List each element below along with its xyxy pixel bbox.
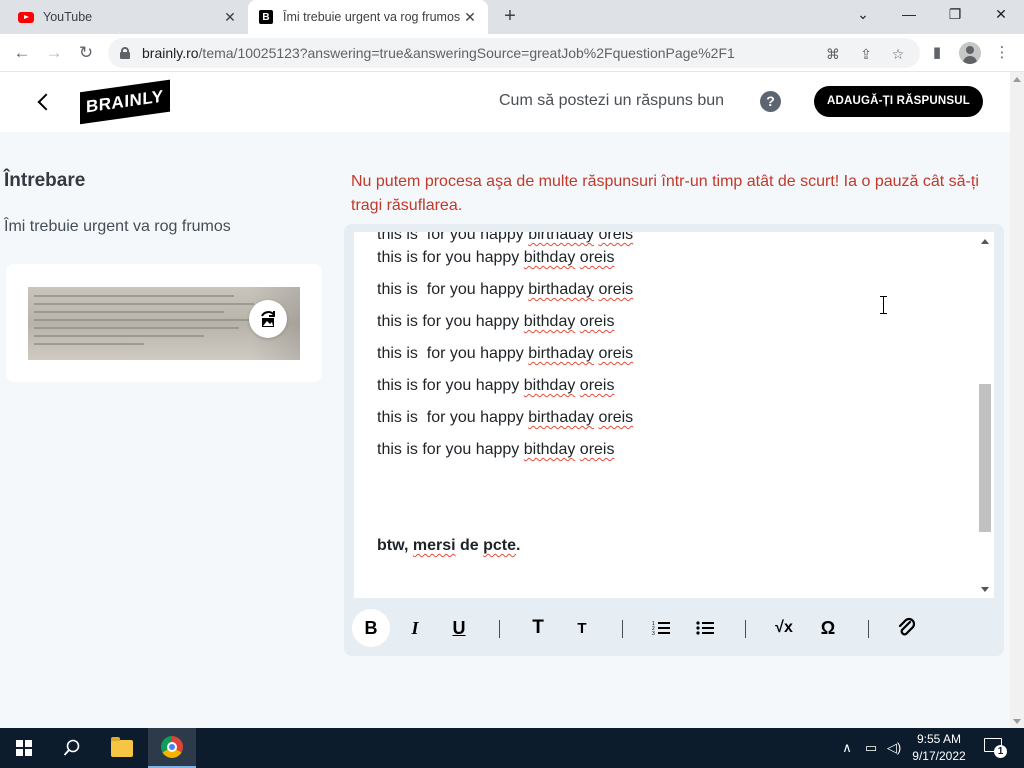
heading-large-button[interactable]: T [519,609,557,647]
attach-file-button[interactable] [888,609,926,647]
rate-limit-error: Nu putem procesa aşa de multe răspunsuri… [351,173,979,214]
formatting-toolbar: B I U T T 1 2 3 √x Ω [350,606,1000,650]
share-icon[interactable]: ⇪ [857,45,875,63]
side-panel-icon[interactable]: ▮ [927,43,947,63]
answer-textarea[interactable]: this is for you happy birthaday oreis th… [354,232,977,598]
help-question-icon[interactable]: ? [760,91,781,112]
editor-line: this is for you happy bithday oreis [377,377,615,394]
heading-small-button[interactable]: T [563,609,601,647]
browser-toolbar: ← → ↻ brainly.ro/tema/10025123?answering… [0,34,1024,72]
ordered-list-icon: 1 2 3 [652,621,670,636]
lock-icon[interactable] [120,47,130,59]
bold-button[interactable]: B [352,609,390,647]
paperclip-icon [898,617,916,636]
network-icon[interactable]: ▭ [860,738,882,758]
editor-line: this is for you happy bithday oreis [377,441,615,458]
svg-text:3: 3 [652,631,655,636]
search-button[interactable] [48,728,96,768]
bullet-list-icon [696,621,714,635]
editor-line: this is for you happy birthaday oreis [377,345,634,362]
tab-title: Îmi trebuie urgent va rog frumos [283,10,461,24]
rotate-image-icon [261,311,275,327]
help-link[interactable]: Cum să postezi un răspuns bun [499,92,724,110]
youtube-icon [18,9,34,25]
search-icon [63,739,80,756]
back-arrow-icon[interactable]: ← [9,40,35,66]
clock-time: 9:55 AM [916,732,962,746]
scroll-down-arrow-icon[interactable] [1013,719,1021,724]
editor-scrollbar[interactable] [977,232,994,598]
ordered-list-button[interactable]: 1 2 3 [642,609,680,647]
editor-line: this is for you happy birthaday oreis [377,281,634,298]
close-tab-icon[interactable]: ✕ [222,9,238,26]
close-tab-icon[interactable]: ✕ [462,9,478,26]
tab-title: YouTube [43,10,93,24]
editor-line: this is for you happy bithday oreis [377,249,615,266]
rotate-image-button[interactable] [249,300,287,338]
volume-icon[interactable]: ◁) [884,738,904,758]
notification-badge: 1 [994,745,1007,758]
url-host: brainly.ro [142,45,199,61]
notification-center-button[interactable]: 1 [984,738,1007,758]
editor-line: this is for you happy birthaday oreis [377,232,634,243]
menu-dots-icon[interactable]: ⋮ [992,43,1012,63]
clock-date: 9/17/2022 [912,749,966,763]
url-path: /tema/10025123?answering=true&answeringS… [198,45,735,61]
scroll-up-arrow-icon[interactable] [981,239,989,244]
brainly-logo[interactable]: BRAINLY [80,79,170,125]
back-chevron-icon[interactable] [36,90,52,114]
tab-youtube[interactable]: YouTube ✕ [8,0,248,34]
forward-arrow-icon[interactable]: → [41,40,67,66]
close-window-button[interactable]: ✕ [978,0,1024,30]
question-attachment-card [6,264,322,382]
maximize-button[interactable]: ❐ [932,0,978,30]
brainly-icon: B [258,9,274,25]
folder-icon [111,736,133,757]
editor-closing-line: btw, mersi de pcte. [377,537,521,554]
scrollbar-thumb[interactable] [979,384,991,532]
tab-brainly[interactable]: B Îmi trebuie urgent va rog frumos ✕ [248,0,488,34]
underline-button[interactable]: U [440,609,478,647]
answer-editor: this is for you happy birthaday oreis th… [344,224,1004,656]
new-tab-button[interactable]: + [498,5,522,29]
add-answer-button[interactable]: ADAUGĂ-ȚI RĂSPUNSUL [814,86,983,117]
scroll-down-arrow-icon[interactable] [981,587,989,592]
editor-line: this is for you happy bithday oreis [377,313,615,330]
page-scrollbar[interactable] [1010,72,1024,728]
special-symbol-button[interactable]: Ω [809,609,847,647]
question-heading: Întrebare [4,170,86,191]
page-content: BRAINLY Cum să postezi un răspuns bun ? … [0,72,1024,728]
chrome-icon [161,736,183,758]
bullet-list-button[interactable] [686,609,724,647]
chrome-taskbar-button[interactable] [148,728,196,768]
reload-icon[interactable]: ↻ [73,40,99,66]
site-header: BRAINLY Cum să postezi un răspuns bun ? … [0,72,1010,132]
bookmark-star-icon[interactable]: ☆ [889,45,907,63]
minimize-button[interactable]: — [886,0,932,30]
windows-taskbar: ∧ ▭ ◁) 9:55 AM 9/17/2022 1 [0,728,1024,768]
text-cursor-icon [880,296,887,314]
file-explorer-button[interactable] [98,728,146,768]
profile-avatar-icon[interactable] [959,42,981,64]
italic-button[interactable]: I [396,609,434,647]
scroll-up-arrow-icon[interactable] [1013,77,1021,82]
clock[interactable]: 9:55 AM 9/17/2022 [906,731,972,765]
editor-line: this is for you happy birthaday oreis [377,409,634,426]
question-text: Îmi trebuie urgent va rog frumos [4,218,231,235]
math-formula-button[interactable]: √x [765,609,803,647]
address-bar[interactable]: brainly.ro/tema/10025123?answering=true&… [108,38,920,68]
translate-icon[interactable]: ⌘ [824,45,842,63]
chevron-up-icon[interactable]: ∧ [838,738,856,758]
windows-logo-icon [16,740,32,756]
browser-tab-bar: YouTube ✕ B Îmi trebuie urgent va rog fr… [0,0,1024,34]
start-button[interactable] [0,728,48,768]
tab-search-icon[interactable]: ⌄ [840,0,886,30]
